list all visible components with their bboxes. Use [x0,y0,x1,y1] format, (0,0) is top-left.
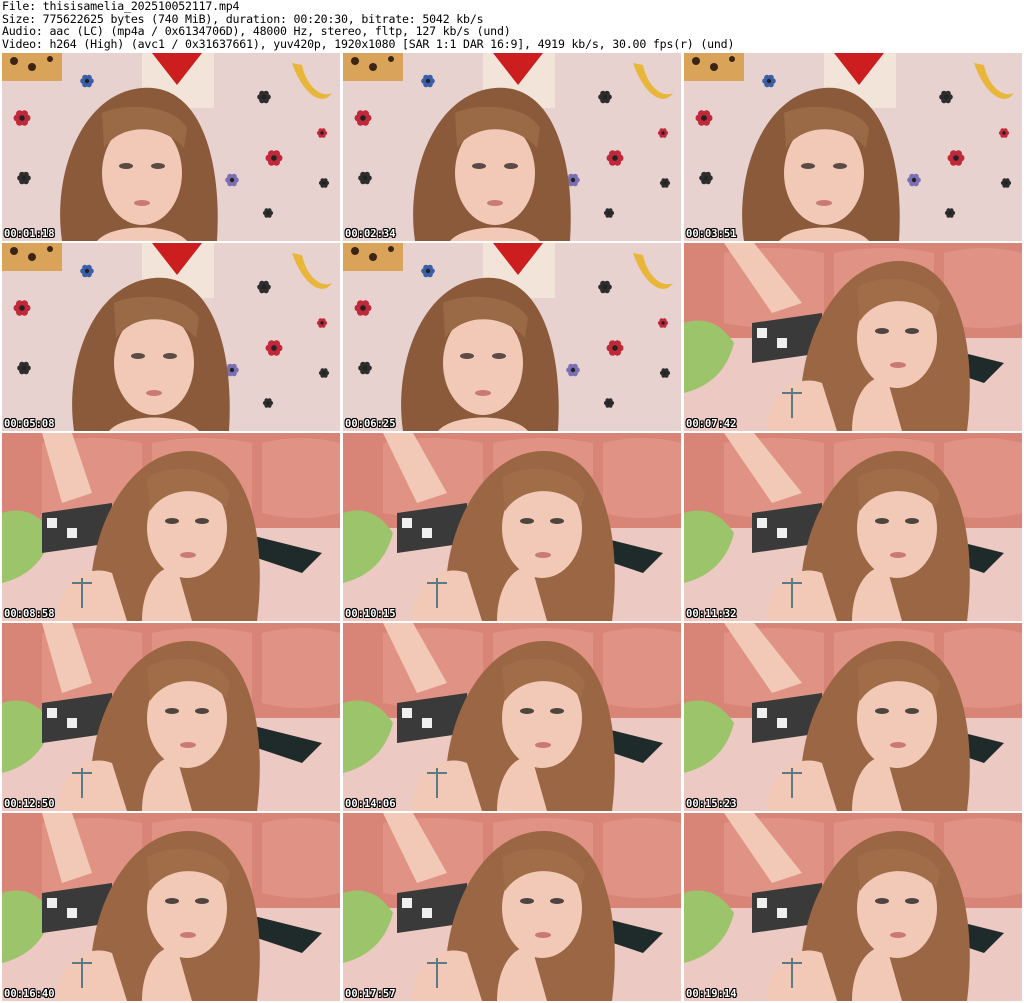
video-thumbnail: 00:05:08 [2,243,340,431]
thumbnail-grid: 00:01:18 00:02:34 00:03:51 00:05:08 00:0… [2,53,1022,1001]
video-thumbnail: 00:03:51 [684,53,1022,241]
timestamp-label: 00:14:06 [345,798,396,810]
frame-image [684,813,1022,1001]
info-header: File: thisisamelia_202510052117.mp4 Size… [2,0,1022,52]
video-thumbnail: 00:10:15 [343,433,681,621]
frame-image [343,813,681,1001]
video-thumbnail: 00:11:32 [684,433,1022,621]
timestamp-label: 00:02:34 [345,228,396,240]
audio-info-line: Audio: aac (LC) (mp4a / 0x6134706D), 480… [2,24,511,39]
video-info-line: Video: h264 (High) (avc1 / 0x31637661), … [2,36,735,51]
video-thumbnail: 00:12:50 [2,623,340,811]
video-thumbnail: 00:14:06 [343,623,681,811]
frame-image [2,243,340,431]
video-thumbnail: 00:19:14 [684,813,1022,1001]
video-thumbnail: 00:16:40 [2,813,340,1001]
frame-image [343,623,681,811]
timestamp-label: 00:07:42 [686,418,737,430]
video-thumbnail: 00:01:18 [2,53,340,241]
video-thumbnail: 00:06:25 [343,243,681,431]
frame-image [684,243,1022,431]
timestamp-label: 00:08:58 [4,608,55,620]
frame-image [2,623,340,811]
timestamp-label: 00:17:57 [345,988,396,1000]
video-thumbnail: 00:07:42 [684,243,1022,431]
frame-image [684,623,1022,811]
timestamp-label: 00:11:32 [686,608,737,620]
file-name-line: File: thisisamelia_202510052117.mp4 [2,0,240,13]
timestamp-label: 00:03:51 [686,228,737,240]
frame-image [343,433,681,621]
video-thumbnail: 00:02:34 [343,53,681,241]
timestamp-label: 00:15:23 [686,798,737,810]
frame-image [684,53,1022,241]
timestamp-label: 00:12:50 [4,798,55,810]
frame-image [2,433,340,621]
video-thumbnail: 00:17:57 [343,813,681,1001]
frame-image [2,813,340,1001]
video-thumbnail: 00:08:58 [2,433,340,621]
timestamp-label: 00:06:25 [345,418,396,430]
timestamp-label: 00:10:15 [345,608,396,620]
timestamp-label: 00:19:14 [686,988,737,1000]
timestamp-label: 00:01:18 [4,228,55,240]
frame-image [343,53,681,241]
frame-image [343,243,681,431]
timestamp-label: 00:16:40 [4,988,55,1000]
frame-image [684,433,1022,621]
video-thumbnail: 00:15:23 [684,623,1022,811]
frame-image [2,53,340,241]
timestamp-label: 00:05:08 [4,418,55,430]
